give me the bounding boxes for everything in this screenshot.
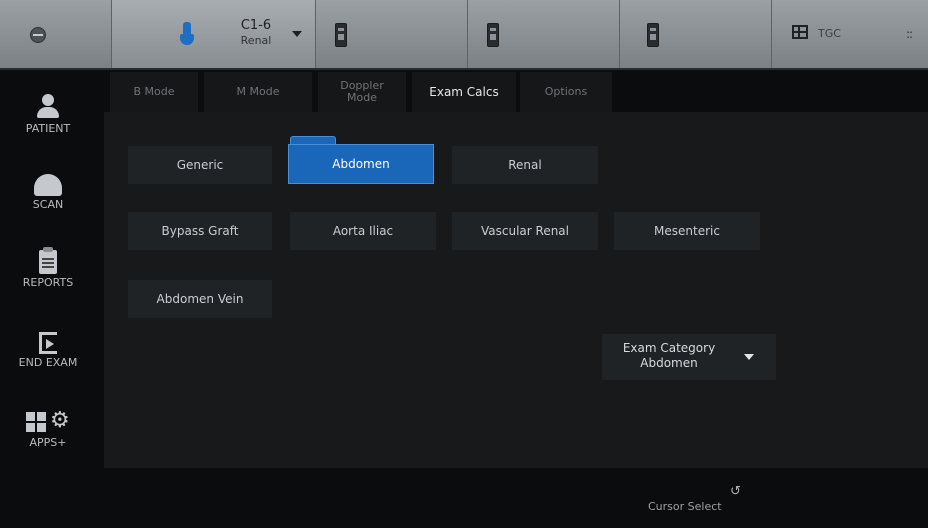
rail-item-apps[interactable]: ⚙ APPS+	[0, 410, 96, 449]
rail-label-apps: APPS+	[29, 436, 67, 449]
calc-aorta-iliac-button[interactable]: Aorta Iliac	[290, 212, 436, 250]
calc-abdomen-vein-button[interactable]: Abdomen Vein	[128, 280, 272, 318]
probe-slot-3[interactable]	[468, 0, 620, 68]
probe-slot-4[interactable]	[620, 0, 772, 68]
patient-icon	[36, 94, 60, 120]
rail-item-end-exam[interactable]: END EXAM	[0, 332, 96, 369]
probe-name: C1-6	[240, 18, 272, 33]
gear-icon: ⚙	[50, 408, 70, 433]
probe-port-icon	[647, 23, 659, 47]
status-icon	[30, 27, 46, 43]
tab-doppler-mode[interactable]: Doppler Mode	[318, 72, 406, 112]
calc-vascular-renal-button[interactable]: Vascular Renal	[452, 212, 598, 250]
calc-abdomen-button[interactable]: Abdomen	[288, 144, 434, 184]
chevron-down-icon	[744, 354, 754, 360]
apps-icon: ⚙	[22, 410, 74, 434]
end-exam-icon	[39, 332, 57, 354]
rail-item-patient[interactable]: PATIENT	[0, 94, 96, 135]
tab-options[interactable]: Options	[520, 72, 612, 112]
chevron-down-icon	[292, 31, 302, 37]
expand-icon[interactable]: ::	[906, 27, 913, 41]
top-bar: C1-6 Renal TGC ::	[0, 0, 928, 70]
rotary-knob-icon: ↺	[730, 484, 741, 499]
calc-renal-button[interactable]: Renal	[452, 146, 598, 184]
reports-icon	[39, 247, 57, 274]
rail-label-scan: SCAN	[32, 198, 64, 211]
tab-b-mode[interactable]: B Mode	[110, 72, 198, 112]
rail-label-reports: REPORTS	[22, 276, 74, 289]
probe-port-icon	[335, 23, 347, 47]
bottom-bar	[0, 470, 928, 528]
exam-category-value: Abdomen	[640, 356, 698, 370]
probe-slot-2[interactable]	[316, 0, 468, 68]
rail-item-scan[interactable]: SCAN	[0, 174, 96, 211]
calc-generic-button[interactable]: Generic	[128, 146, 272, 184]
tgc-grid-icon	[792, 25, 808, 39]
calc-mesenteric-button[interactable]: Mesenteric	[614, 212, 760, 250]
probe-selector[interactable]: C1-6 Renal	[112, 0, 316, 68]
calc-bypass-graft-button[interactable]: Bypass Graft	[128, 212, 272, 250]
scan-icon	[34, 174, 62, 196]
probe-port-icon	[487, 23, 499, 47]
left-rail: PATIENT SCAN REPORTS END EXAM ⚙ APPS+	[0, 70, 96, 470]
tab-m-mode[interactable]: M Mode	[204, 72, 312, 112]
tgc-label: TGC	[818, 27, 841, 40]
rail-label-end-exam: END EXAM	[18, 356, 78, 369]
probe-icon	[180, 22, 194, 46]
tab-exam-calcs[interactable]: Exam Calcs	[412, 72, 516, 112]
probe-preset: Renal	[240, 34, 272, 47]
rail-item-reports[interactable]: REPORTS	[0, 247, 96, 289]
exam-category-dropdown[interactable]: Exam Category Abdomen	[602, 334, 776, 380]
cursor-select-label[interactable]: Cursor Select	[648, 500, 722, 513]
exam-category-label: Exam Category	[622, 341, 716, 355]
tgc-cell[interactable]: TGC ::	[772, 0, 928, 68]
rail-label-patient: PATIENT	[25, 122, 71, 135]
status-cell[interactable]	[0, 0, 112, 68]
